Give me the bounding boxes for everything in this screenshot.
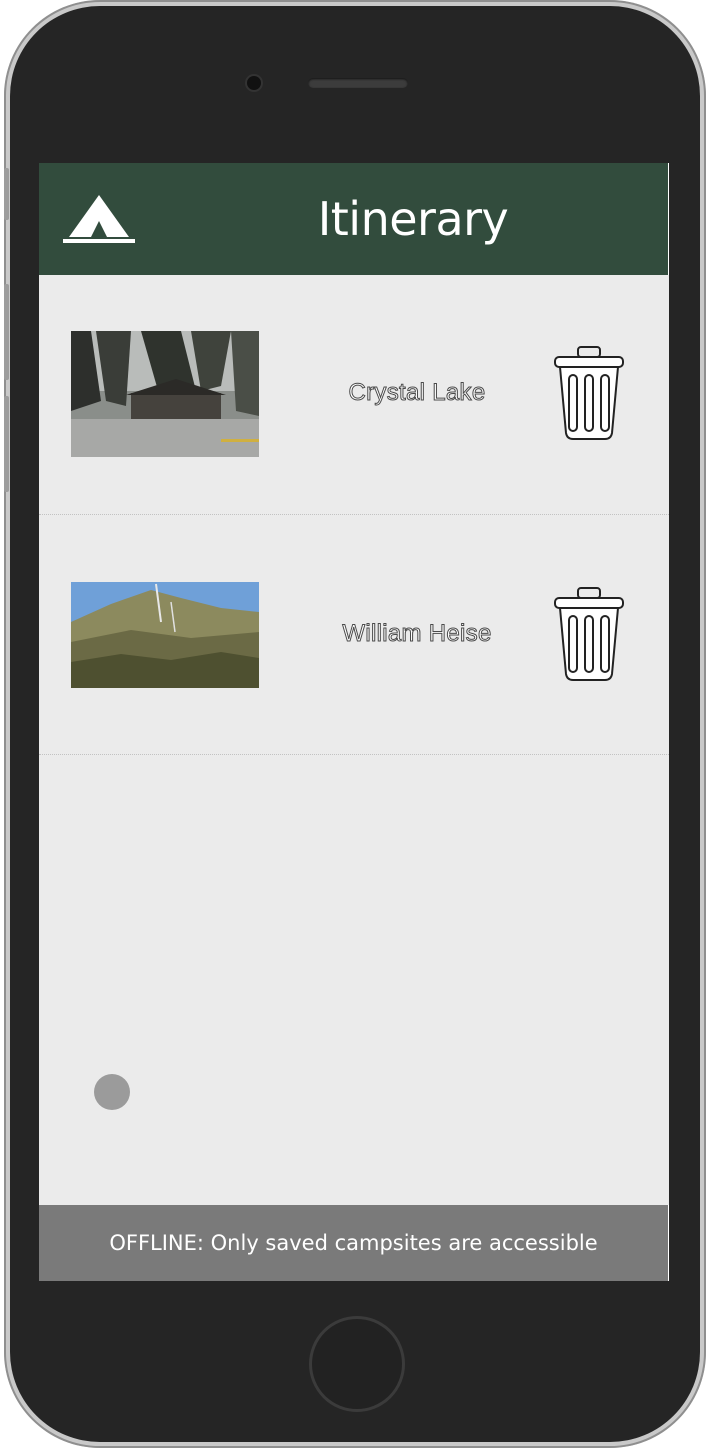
itinerary-list: Crystal Lake William Heise (39, 275, 669, 755)
page-title: Itinerary (317, 192, 509, 246)
app-screen: Itinerary Crystal Lake William Heise OFF… (39, 163, 669, 1281)
volume-up-button (4, 284, 9, 380)
campsite-thumbnail (71, 582, 259, 688)
campsite-thumbnail (71, 331, 259, 457)
campsite-name[interactable]: William Heise (299, 620, 535, 648)
itinerary-item[interactable]: Crystal Lake (39, 275, 669, 515)
itinerary-item[interactable]: William Heise (39, 515, 669, 755)
volume-down-button (4, 396, 9, 492)
app-header: Itinerary (39, 163, 669, 275)
home-button (309, 1316, 405, 1412)
front-camera (247, 76, 261, 90)
offline-banner: OFFLINE: Only saved campsites are access… (39, 1205, 669, 1281)
trash-icon[interactable] (553, 586, 625, 682)
floating-action-button[interactable] (94, 1074, 130, 1110)
trash-icon[interactable] (553, 345, 625, 441)
tent-icon[interactable] (63, 193, 135, 245)
earpiece-speaker (308, 78, 408, 88)
mute-switch (4, 168, 9, 220)
campsite-name[interactable]: Crystal Lake (299, 379, 535, 407)
